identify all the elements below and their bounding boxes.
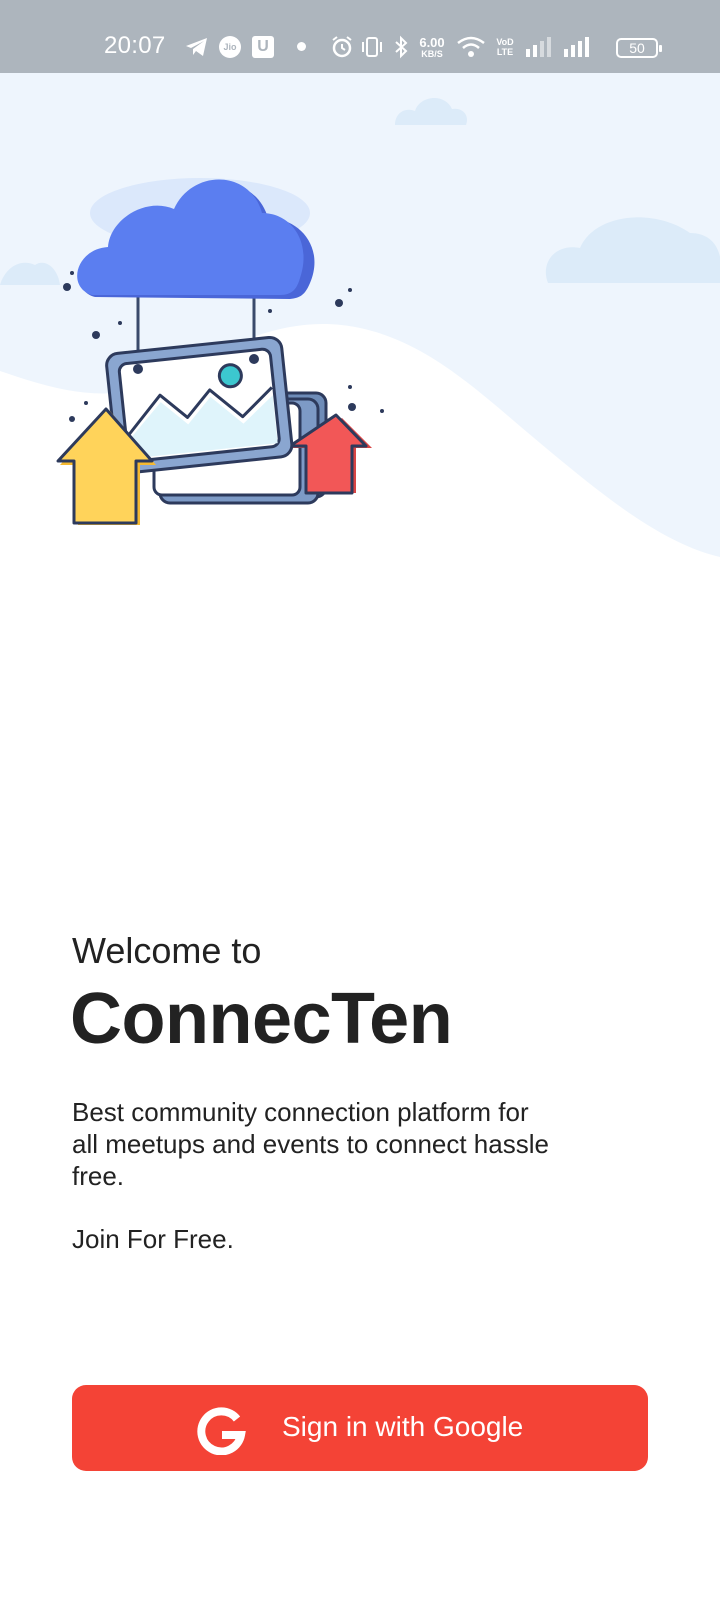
status-time: 20:07 xyxy=(104,32,166,59)
battery-icon: 50 xyxy=(616,38,662,58)
alarm-icon xyxy=(330,35,354,59)
app-u-icon: U xyxy=(252,36,274,58)
volte-icon: VoD LTE xyxy=(496,37,514,57)
app-description: Best community connection platform for a… xyxy=(72,1097,549,1191)
telegram-icon xyxy=(184,36,210,58)
hero-illustration xyxy=(0,73,720,593)
network-speed: 6.00 KB/S xyxy=(419,34,445,59)
dot-icon xyxy=(297,42,306,51)
google-signin-button[interactable]: Sign in with Google xyxy=(72,1385,648,1471)
google-signin-label: Sign in with Google xyxy=(282,1411,524,1442)
jio-icon: Jio xyxy=(219,36,241,58)
welcome-text: Welcome to xyxy=(72,930,262,971)
status-bar: 20:07 Jio U 6.00 KB/S VoD LTE 50 xyxy=(0,0,720,73)
app-name: ConnecTen xyxy=(70,979,453,1059)
signal-icon xyxy=(524,36,554,58)
vibrate-icon xyxy=(360,36,384,58)
wifi-icon xyxy=(456,35,486,59)
join-text: Join For Free. xyxy=(72,1224,234,1254)
bluetooth-icon xyxy=(392,35,410,59)
google-g-icon xyxy=(196,1405,246,1456)
signal-icon xyxy=(562,36,592,58)
